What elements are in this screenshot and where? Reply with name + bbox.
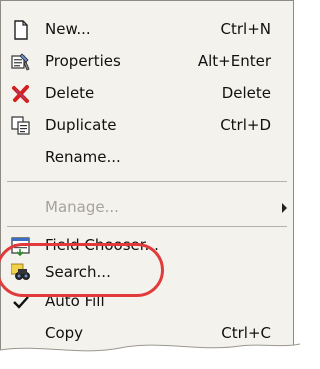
menu-item-search[interactable]: Search... bbox=[1, 256, 293, 288]
menu-item-label: Manage... bbox=[45, 198, 119, 216]
menu-item-label: Copy bbox=[45, 324, 84, 342]
properties-icon bbox=[11, 52, 31, 72]
menu-item-label: New... bbox=[45, 20, 91, 38]
menu-item-delete[interactable]: Delete Delete bbox=[1, 77, 293, 109]
menu-item-shortcut: Ctrl+C bbox=[221, 324, 271, 342]
menu-item-label: Field Chooser... bbox=[45, 236, 159, 254]
menu-item-label: Delete bbox=[45, 84, 95, 102]
menu-item-label: Rename... bbox=[45, 148, 121, 166]
menu-item-shortcut: Alt+Enter bbox=[197, 52, 271, 70]
context-menu: New... Ctrl+N Properties Alt+Enter Delet… bbox=[0, 0, 294, 369]
menu-item-shortcut: Ctrl+N bbox=[220, 20, 271, 38]
menu-item-rename[interactable]: Rename... bbox=[1, 141, 293, 173]
menu-item-manage[interactable]: Manage... bbox=[1, 191, 293, 223]
menu-item-copy[interactable]: Copy Ctrl+C bbox=[1, 317, 293, 349]
menu-item-new[interactable]: New... Ctrl+N bbox=[1, 13, 293, 45]
new-document-icon bbox=[11, 20, 31, 40]
menu-item-duplicate[interactable]: Duplicate Ctrl+D bbox=[1, 109, 293, 141]
delete-icon bbox=[11, 84, 31, 104]
checkmark-icon bbox=[11, 292, 31, 312]
menu-item-label: Properties bbox=[45, 52, 121, 70]
menu-separator bbox=[7, 181, 287, 182]
field-chooser-icon bbox=[11, 236, 31, 257]
search-binoculars-icon bbox=[10, 263, 31, 283]
menu-item-label: Auto Fill bbox=[45, 292, 105, 310]
menu-item-shortcut: Ctrl+D bbox=[220, 116, 271, 134]
menu-item-auto-fill[interactable]: Auto Fill bbox=[1, 285, 293, 317]
duplicate-icon bbox=[11, 116, 31, 136]
menu-item-label: Search... bbox=[45, 263, 111, 281]
submenu-arrow-icon bbox=[282, 203, 287, 213]
menu-item-shortcut: Delete bbox=[221, 84, 271, 102]
menu-separator bbox=[7, 226, 287, 227]
menu-item-label: Duplicate bbox=[45, 116, 117, 134]
menu-item-properties[interactable]: Properties Alt+Enter bbox=[1, 45, 293, 77]
